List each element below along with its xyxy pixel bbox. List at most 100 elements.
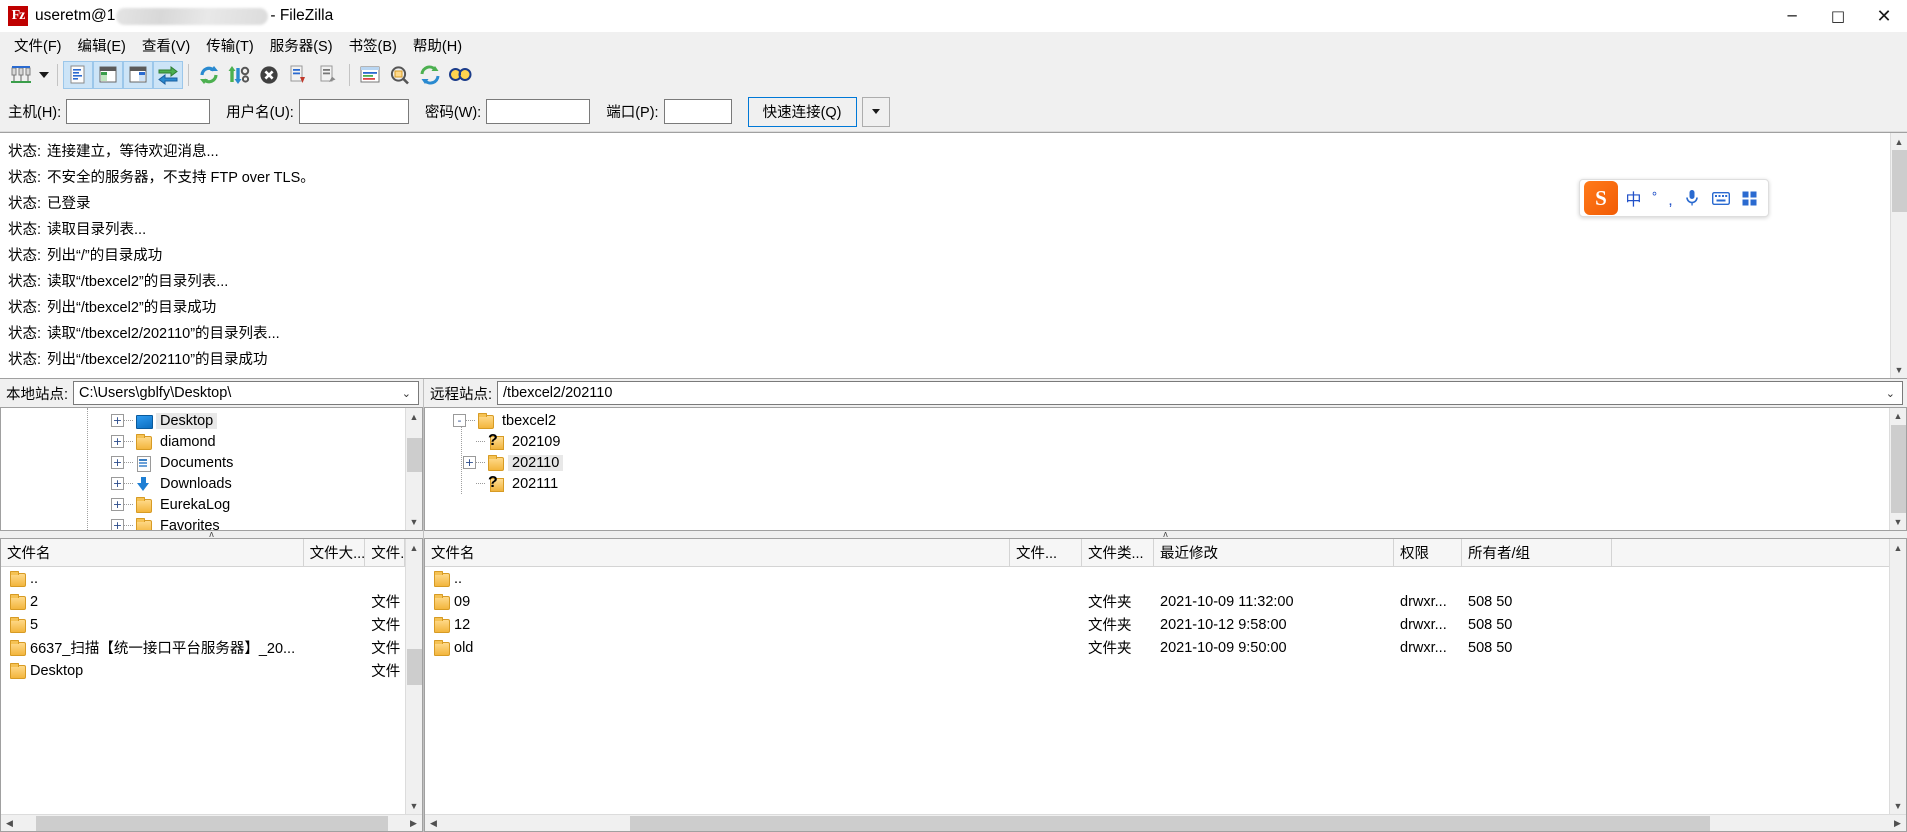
column-header-filename[interactable]: 文件名	[425, 539, 1010, 566]
toggle-message-log-icon[interactable]	[63, 61, 93, 89]
table-row[interactable]: old 文件夹 2021-10-09 9:50:00 drwxr... 508 …	[425, 636, 1889, 659]
ime-floating-toolbar[interactable]: S 中 ゜,	[1579, 179, 1769, 217]
menu-file[interactable]: 文件(F)	[6, 32, 70, 59]
username-input[interactable]	[298, 99, 409, 124]
expander-icon[interactable]: +	[111, 498, 124, 511]
remote-splitter[interactable]: ʌ	[424, 530, 1907, 539]
collapse-expander-icon[interactable]: -	[453, 414, 466, 427]
quickconnect-history-dropdown[interactable]	[861, 96, 890, 127]
scroll-right-icon[interactable]: ▶	[405, 815, 422, 832]
ime-chinese-mode-button[interactable]: 中	[1620, 183, 1647, 213]
expander-icon[interactable]: +	[111, 435, 124, 448]
ime-punctuation-button[interactable]: ゜,	[1649, 183, 1676, 213]
filter-icon[interactable]	[355, 61, 385, 89]
disconnect-icon[interactable]	[284, 61, 314, 89]
column-header-permissions[interactable]: 权限	[1394, 539, 1462, 566]
compare-directories-icon[interactable]	[385, 61, 415, 89]
toggle-remote-tree-icon[interactable]	[123, 61, 153, 89]
menu-bookmarks[interactable]: 书签(B)	[341, 32, 405, 59]
scrollbar-thumb[interactable]	[406, 438, 422, 472]
ime-voice-input-icon[interactable]	[1678, 183, 1705, 213]
remote-file-list-hscrollbar[interactable]: ◀ ▶	[425, 814, 1906, 831]
menu-edit[interactable]: 编辑(E)	[70, 32, 134, 59]
port-input[interactable]	[663, 99, 732, 124]
remote-file-list-body[interactable]: .. 09 文件夹 2021-10-09 11:32:00 drwxr... 5…	[425, 567, 1889, 814]
scroll-down-icon[interactable]: ▼	[1889, 513, 1906, 530]
expander-icon[interactable]: +	[111, 414, 124, 427]
local-file-list-body[interactable]: .. 2 文件 5 文件 6637_扫描【统一接口平台服务器】_20... 文件…	[1, 567, 405, 814]
scroll-down-icon[interactable]: ▼	[405, 513, 422, 530]
table-row[interactable]: 09 文件夹 2021-10-09 11:32:00 drwxr... 508 …	[425, 590, 1889, 613]
column-header-modified[interactable]: 最近修改	[1154, 539, 1394, 566]
menu-view[interactable]: 查看(V)	[134, 32, 198, 59]
scroll-up-icon[interactable]: ▲	[405, 539, 422, 556]
scroll-down-icon[interactable]: ▼	[1889, 797, 1906, 814]
scrollbar-thumb[interactable]	[1891, 149, 1907, 212]
column-header-filesize[interactable]: 文件大...	[304, 539, 366, 566]
reconnect-icon[interactable]	[314, 61, 344, 89]
local-file-list-hscrollbar[interactable]: ◀ ▶	[1, 814, 422, 831]
table-row[interactable]: 2 文件	[1, 590, 405, 613]
table-row[interactable]: ..	[425, 567, 1889, 590]
remote-directory-tree[interactable]: - tbexcel2 202109 + 202110	[424, 407, 1907, 531]
refresh-icon[interactable]	[194, 61, 224, 89]
remote-site-combo[interactable]: /tbexcel2/202110 ⌄	[497, 381, 1903, 405]
scrollbar-thumb[interactable]	[1890, 424, 1906, 514]
toggle-transfer-queue-icon[interactable]	[153, 61, 183, 89]
password-input[interactable]	[486, 99, 591, 124]
remote-tree-scrollbar[interactable]: ▲ ▼	[1889, 408, 1906, 530]
local-tree-node-documents[interactable]: + Documents	[1, 452, 405, 473]
sogou-ime-logo-icon[interactable]: S	[1584, 181, 1618, 215]
table-row[interactable]: ..	[1, 567, 405, 590]
table-row[interactable]: 5 文件	[1, 613, 405, 636]
chevron-down-icon[interactable]: ⌄	[395, 387, 418, 400]
toggle-local-tree-icon[interactable]	[93, 61, 123, 89]
host-input[interactable]	[66, 99, 211, 124]
scroll-left-icon[interactable]: ◀	[1, 815, 18, 832]
close-button[interactable]: ✕	[1861, 0, 1907, 32]
scroll-right-icon[interactable]: ▶	[1889, 815, 1906, 832]
local-tree-node-favorites[interactable]: + Favorites	[1, 515, 405, 530]
expander-icon[interactable]: +	[463, 456, 476, 469]
menu-help[interactable]: 帮助(H)	[405, 32, 470, 59]
expander-icon[interactable]: +	[111, 456, 124, 469]
local-directory-tree[interactable]: + Desktop + diamond + Documents + Downlo…	[0, 407, 423, 531]
minimize-button[interactable]: ─	[1769, 0, 1815, 32]
scrollbar-thumb[interactable]	[629, 815, 1710, 831]
local-tree-node-diamond[interactable]: + diamond	[1, 431, 405, 452]
cancel-operation-icon[interactable]	[254, 61, 284, 89]
local-tree-node-eurekalog[interactable]: + EurekaLog	[1, 494, 405, 515]
table-row[interactable]: 6637_扫描【统一接口平台服务器】_20... 文件	[1, 636, 405, 659]
search-remote-files-icon[interactable]	[445, 61, 475, 89]
local-tree-node-downloads[interactable]: + Downloads	[1, 473, 405, 494]
remote-file-list[interactable]: 文件名 文件... 文件类... 最近修改 权限 所有者/组 .. 09 文件夹…	[424, 538, 1907, 832]
scrollbar-thumb[interactable]	[35, 815, 388, 831]
expander-icon[interactable]: +	[111, 477, 124, 490]
remote-tree-node-202111[interactable]: 202111	[425, 473, 1889, 494]
ime-keyboard-icon[interactable]	[1707, 183, 1734, 213]
column-header-owner[interactable]: 所有者/组	[1462, 539, 1612, 566]
remote-tree-node-202109[interactable]: 202109	[425, 431, 1889, 452]
local-file-list[interactable]: 文件名 文件大... 文件... ..	[0, 538, 423, 832]
scroll-up-icon[interactable]: ▲	[405, 408, 422, 425]
table-row[interactable]: 12 文件夹 2021-10-12 9:58:00 drwxr... 508 5…	[425, 613, 1889, 636]
site-manager-dropdown-icon[interactable]	[36, 61, 52, 89]
menu-transfer[interactable]: 传输(T)	[198, 32, 262, 59]
scroll-down-icon[interactable]: ▼	[1890, 361, 1907, 378]
chevron-down-icon[interactable]: ⌄	[1879, 387, 1902, 400]
synchronized-browsing-icon[interactable]	[415, 61, 445, 89]
message-log-list[interactable]: 状态: 连接建立，等待欢迎消息... 状态: 不安全的服务器，不支持 FTP o…	[0, 133, 1890, 378]
local-tree-scrollbar[interactable]: ▲ ▼	[405, 408, 422, 530]
column-header-filetype[interactable]: 文件类...	[1082, 539, 1154, 566]
process-queue-icon[interactable]	[224, 61, 254, 89]
remote-tree-node-tbexcel2[interactable]: - tbexcel2	[425, 410, 1889, 431]
scroll-up-icon[interactable]: ▲	[1890, 133, 1907, 150]
expander-icon[interactable]: +	[111, 519, 124, 530]
maximize-button[interactable]: □	[1815, 0, 1861, 32]
menu-server[interactable]: 服务器(S)	[262, 32, 341, 59]
remote-tree-node-202110[interactable]: + 202110	[425, 452, 1889, 473]
message-log-scrollbar[interactable]: ▲ ▼	[1890, 133, 1907, 378]
scrollbar-thumb[interactable]	[406, 648, 422, 685]
scroll-up-icon[interactable]: ▲	[1889, 539, 1906, 556]
scroll-down-icon[interactable]: ▼	[405, 797, 422, 814]
